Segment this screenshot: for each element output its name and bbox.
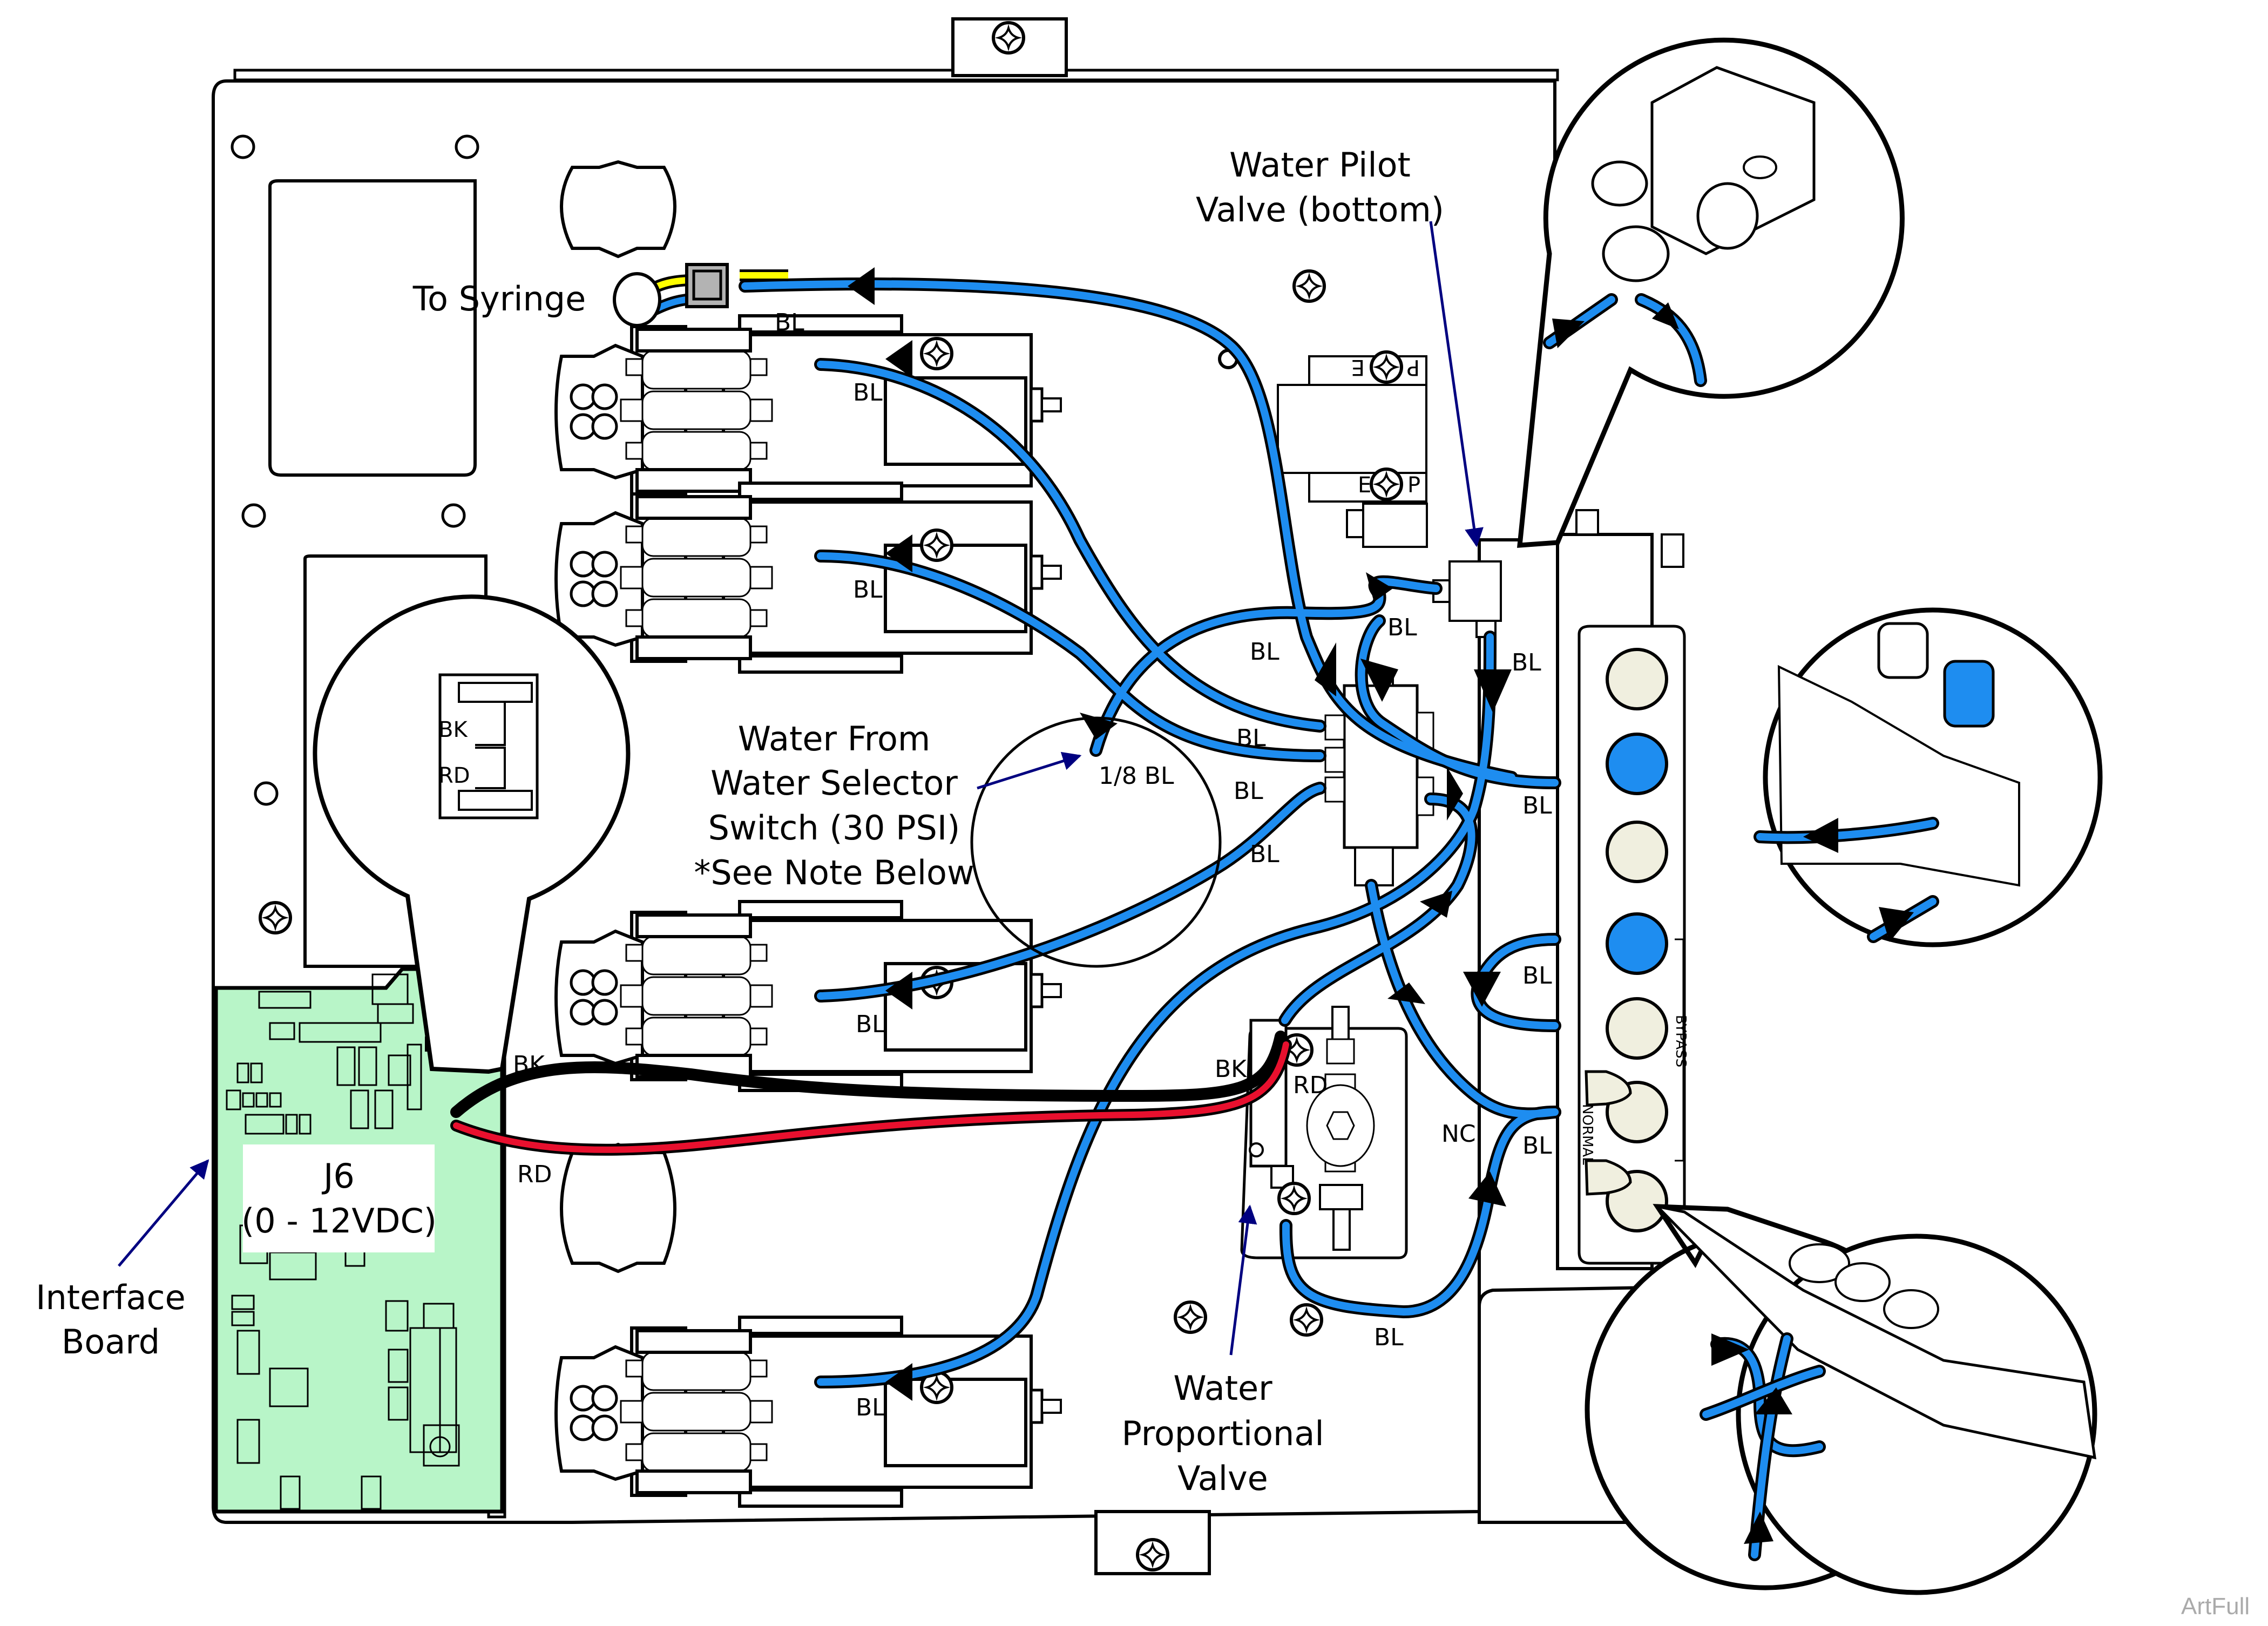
rd-label: RD (517, 1161, 552, 1188)
solenoid-2 (556, 483, 1061, 672)
bl-label: BL (1250, 841, 1279, 868)
control-manifold: BYPASS NORMAL (1556, 509, 1689, 1270)
rd-label-valve: RD (1293, 1072, 1328, 1099)
water-pilot-valve-label-1: Water Pilot (1229, 145, 1411, 185)
water-proportional-valve[interactable] (1240, 1006, 1408, 1259)
nc-label: NC (1441, 1120, 1476, 1148)
button-2[interactable] (1606, 733, 1668, 795)
interface-board-label-1: Interface (36, 1278, 186, 1317)
bypass-label: BYPASS (1673, 1015, 1689, 1067)
proportional-valve-label-2: Proportional (1121, 1414, 1324, 1453)
port-e-label: E (1358, 473, 1371, 498)
bl-label: BL (1234, 777, 1263, 805)
j6-rd-label: RD (438, 763, 470, 788)
manifold-valve-detail (1754, 607, 2103, 947)
solenoid-3 (556, 902, 1061, 1090)
bl-label: BL (1512, 649, 1541, 676)
bl-label: BL (1522, 792, 1552, 819)
bl-label: BL (1250, 638, 1279, 666)
bl-label: BL (853, 576, 883, 604)
proportional-valve-label-1: Water (1173, 1368, 1272, 1408)
bl-label: BL (1522, 962, 1552, 990)
watermark: ArtFull (2181, 1593, 2250, 1620)
button-5[interactable] (1606, 997, 1668, 1060)
normal-label: NORMAL (1579, 1104, 1595, 1165)
interface-board-label-2: Board (62, 1322, 160, 1361)
port-p-label: P (1407, 473, 1420, 498)
bl-label: BL (1522, 1132, 1552, 1160)
bl-eighth-label: 1/8 BL (1099, 762, 1174, 790)
water-from-label-4: *See Note Below (694, 853, 974, 892)
bl-label: BL (856, 1394, 885, 1421)
port-e-label-top: E (1351, 355, 1365, 380)
j6-label-1: J6 (321, 1156, 355, 1196)
button-1[interactable] (1606, 648, 1668, 710)
water-pilot-valve-label-2: Valve (bottom) (1196, 190, 1444, 229)
water-from-label-3: Switch (30 PSI) (708, 808, 960, 848)
bl-label: BL (1236, 724, 1266, 752)
bl-label: BL (775, 309, 804, 336)
bk-label-valve: BK (1215, 1055, 1247, 1083)
toggle-valve-detail (1585, 1204, 2097, 1595)
bl-label: BL (856, 1011, 885, 1038)
bl-label: BL (1374, 1324, 1404, 1351)
water-from-label-2: Water Selector (710, 763, 958, 803)
bl-label: BL (853, 379, 883, 406)
bk-label: BK (513, 1051, 545, 1079)
proportional-valve-label-3: Valve (1177, 1459, 1268, 1498)
water-from-label-1: Water From (738, 719, 931, 758)
pilot-valve-detail (1516, 37, 1905, 548)
water-system-diagram: E P E P BYPASS NORMAL BK RD Water Pilot … (36, 17, 2250, 1620)
button-3[interactable] (1606, 821, 1668, 883)
port-p-label-top: P (1407, 355, 1420, 380)
bl-label: BL (1387, 614, 1417, 641)
solenoid-1 (556, 316, 1061, 505)
j6-bk-label: BK (438, 717, 468, 742)
button-4[interactable] (1606, 912, 1668, 975)
to-syringe-label: To Syringe (412, 279, 586, 319)
j6-label-2: (0 - 12VDC) (241, 1201, 437, 1241)
